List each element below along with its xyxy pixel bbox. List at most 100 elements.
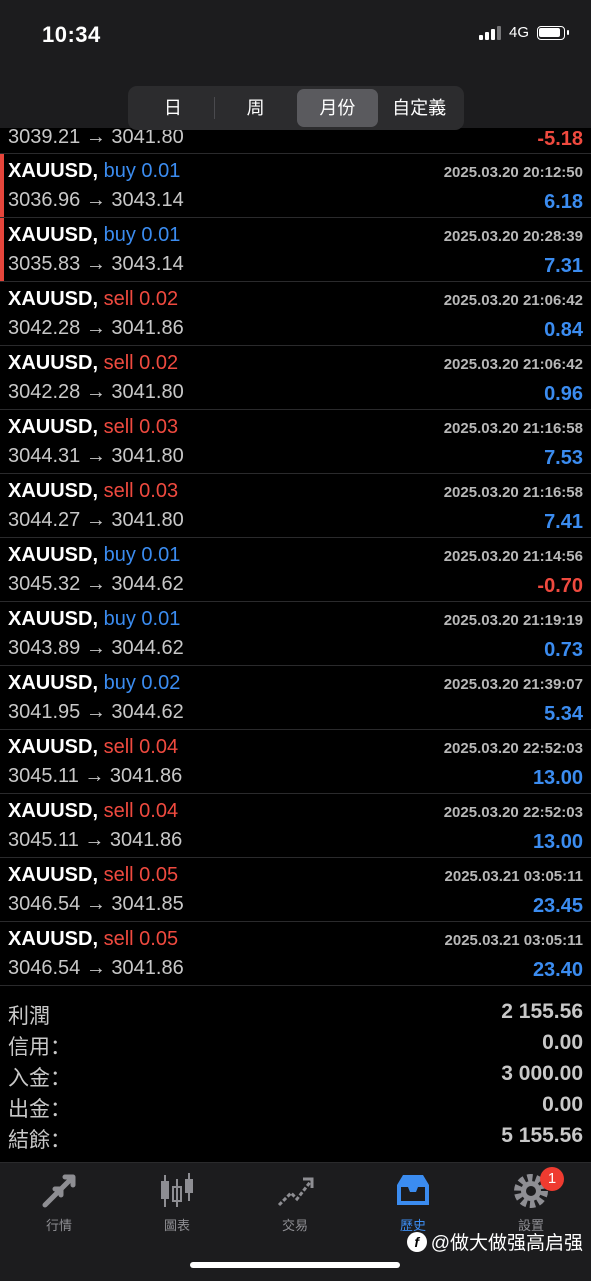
- tab-label: 交易: [281, 1218, 308, 1233]
- tab-quotes[interactable]: 行情: [0, 1171, 118, 1234]
- trade-row[interactable]: XAUUSD, sell 0.03 2025.03.20 21:16:58 30…: [0, 474, 591, 538]
- tab-chart[interactable]: 圖表: [118, 1171, 236, 1234]
- trade-volume: 0.04: [139, 736, 179, 758]
- trade-volume: 0.05: [139, 928, 179, 950]
- period-segmented-control[interactable]: 日 周 月份 自定義: [128, 86, 464, 130]
- trade-pnl: 23.40: [532, 959, 583, 981]
- trade-price: 3045.11 → 3041.86: [8, 765, 183, 787]
- trade-row[interactable]: XAUUSD, sell 0.05 2025.03.21 03:05:11 30…: [0, 922, 591, 986]
- segment-week[interactable]: 周: [215, 89, 297, 127]
- trade-row[interactable]: XAUUSD, sell 0.04 2025.03.20 22:52:03 30…: [0, 730, 591, 794]
- row-highlight-marker: [0, 218, 4, 281]
- trade-row[interactable]: XAUUSD, buy 0.02 2025.03.20 21:39:07 304…: [0, 666, 591, 730]
- summary-row-deposit: 入金： 3 000.00: [0, 1060, 591, 1091]
- trade-row[interactable]: XAUUSD, buy 0.01 2025.03.20 20:12:50 303…: [0, 154, 591, 218]
- trade-price: 3035.83 → 3043.14: [8, 253, 184, 275]
- trade-symbol: XAUUSD, sell 0.03: [8, 480, 178, 503]
- status-time: 10:34: [42, 22, 101, 47]
- trade-row[interactable]: XAUUSD, sell 0.03 2025.03.20 21:16:58 30…: [0, 410, 591, 474]
- trade-side: sell 0.05: [104, 864, 179, 886]
- trade-symbol-name: XAUUSD,: [8, 608, 99, 630]
- trade-pnl: 7.41: [544, 511, 583, 533]
- network-type: 4G: [508, 24, 529, 41]
- segment-month[interactable]: 月份: [296, 89, 379, 127]
- trade-time: 2025.03.21 03:05:11: [444, 868, 583, 885]
- trade-price: 3043.89 → 3044.62: [8, 637, 184, 659]
- trade-row[interactable]: XAUUSD, buy 0.01 2025.03.20 20:28:39 303…: [0, 218, 591, 282]
- summary-row-profit: 利潤 2 155.56: [0, 998, 591, 1029]
- trade-time: 2025.03.20 20:12:50: [443, 164, 583, 181]
- trade-side: sell 0.02: [104, 288, 179, 310]
- summary-label: 入金：: [8, 1067, 71, 1090]
- trade-time: 2025.03.20 21:39:07: [443, 676, 583, 693]
- trade-pnl: -0.70: [537, 575, 583, 597]
- segment-day[interactable]: 日: [132, 89, 214, 127]
- trade-row-partial[interactable]: 3039.21 → 3041.80 -5.18: [0, 128, 591, 154]
- trade-symbol-name: XAUUSD,: [8, 928, 99, 950]
- tab-label: 行情: [45, 1218, 72, 1233]
- trade-pnl: 6.18: [544, 191, 583, 213]
- trade-side-label: buy: [103, 672, 136, 694]
- trade-row[interactable]: XAUUSD, sell 0.04 2025.03.20 22:52:03 30…: [0, 794, 591, 858]
- summary-value: 0.00: [542, 1031, 583, 1054]
- summary-label: 利潤: [8, 1005, 50, 1028]
- trade-side: buy 0.01: [104, 224, 181, 246]
- tab-label: 圖表: [163, 1218, 190, 1233]
- tab-history[interactable]: 歷史: [354, 1171, 472, 1234]
- trade-side-label: sell: [103, 480, 134, 502]
- trade-pnl: 13.00: [532, 767, 583, 789]
- trade-volume: 0.03: [139, 416, 179, 438]
- trade-volume: 0.04: [139, 800, 179, 822]
- summary-value: 3 000.00: [501, 1062, 583, 1085]
- trade-side-label: sell: [103, 736, 134, 758]
- trade-symbol: XAUUSD, sell 0.02: [8, 288, 178, 311]
- trade-side: buy 0.01: [104, 544, 181, 566]
- account-summary: 利潤 2 155.56 信用： 0.00 入金： 3 000.00 出金： 0.…: [0, 998, 591, 1153]
- trade-side-label: sell: [103, 928, 134, 950]
- trade-side: buy 0.01: [104, 608, 181, 630]
- trade-side: sell 0.04: [104, 800, 179, 822]
- summary-label: 信用：: [8, 1036, 71, 1059]
- trade-volume: 0.01: [141, 224, 181, 246]
- status-indicators: 4G: [478, 24, 569, 41]
- trade-pnl: -5.18: [537, 128, 583, 150]
- trade-pnl: 23.45: [532, 895, 583, 917]
- trade-row[interactable]: XAUUSD, sell 0.02 2025.03.20 21:06:42 30…: [0, 282, 591, 346]
- tab-trade[interactable]: 交易: [236, 1171, 354, 1234]
- trade-row[interactable]: XAUUSD, buy 0.01 2025.03.20 21:14:56 304…: [0, 538, 591, 602]
- trade-pnl: 13.00: [532, 831, 583, 853]
- trade-trend-icon: [277, 1177, 314, 1207]
- trade-pnl: 0.84: [544, 319, 583, 341]
- trade-volume: 0.05: [139, 864, 179, 886]
- trade-row[interactable]: XAUUSD, sell 0.05 2025.03.21 03:05:11 30…: [0, 858, 591, 922]
- segment-custom[interactable]: 自定義: [378, 89, 460, 127]
- trade-time: 2025.03.20 21:06:42: [443, 292, 583, 309]
- trade-side-label: sell: [103, 800, 134, 822]
- trade-row[interactable]: XAUUSD, sell 0.02 2025.03.20 21:06:42 30…: [0, 346, 591, 410]
- settings-badge: 1: [540, 1167, 564, 1191]
- trade-price: 3044.31 → 3041.80: [8, 445, 184, 467]
- trade-side-label: buy: [103, 224, 136, 246]
- tab-settings[interactable]: 1 設置: [472, 1167, 590, 1234]
- home-indicator[interactable]: [190, 1262, 400, 1268]
- cellular-signal-icon: [478, 25, 501, 40]
- trade-symbol-name: XAUUSD,: [8, 672, 99, 694]
- status-bar: 10:34 4G: [0, 0, 591, 80]
- trade-history-list[interactable]: 3039.21 → 3041.80 -5.18 XAUUSD, buy 0.01…: [0, 128, 591, 986]
- trade-symbol: XAUUSD, buy 0.01: [8, 544, 180, 567]
- trade-side-label: buy: [103, 544, 136, 566]
- trade-symbol: XAUUSD, sell 0.03: [8, 416, 178, 439]
- trade-time: 2025.03.20 21:16:58: [443, 420, 583, 437]
- trade-symbol: XAUUSD, buy 0.01: [8, 608, 180, 631]
- history-inbox-icon: [397, 1175, 429, 1205]
- trade-side-label: sell: [103, 288, 134, 310]
- trade-price: 3041.95 → 3044.62: [8, 701, 184, 723]
- trade-row[interactable]: XAUUSD, buy 0.01 2025.03.20 21:19:19 304…: [0, 602, 591, 666]
- trade-symbol: XAUUSD, sell 0.05: [8, 864, 178, 887]
- trade-volume: 0.02: [141, 672, 181, 694]
- trade-side: buy 0.02: [104, 672, 181, 694]
- trade-time: 2025.03.21 03:05:11: [444, 932, 583, 949]
- trade-symbol: XAUUSD, sell 0.04: [8, 800, 178, 823]
- trade-side-label: buy: [103, 608, 136, 630]
- trade-symbol-name: XAUUSD,: [8, 800, 99, 822]
